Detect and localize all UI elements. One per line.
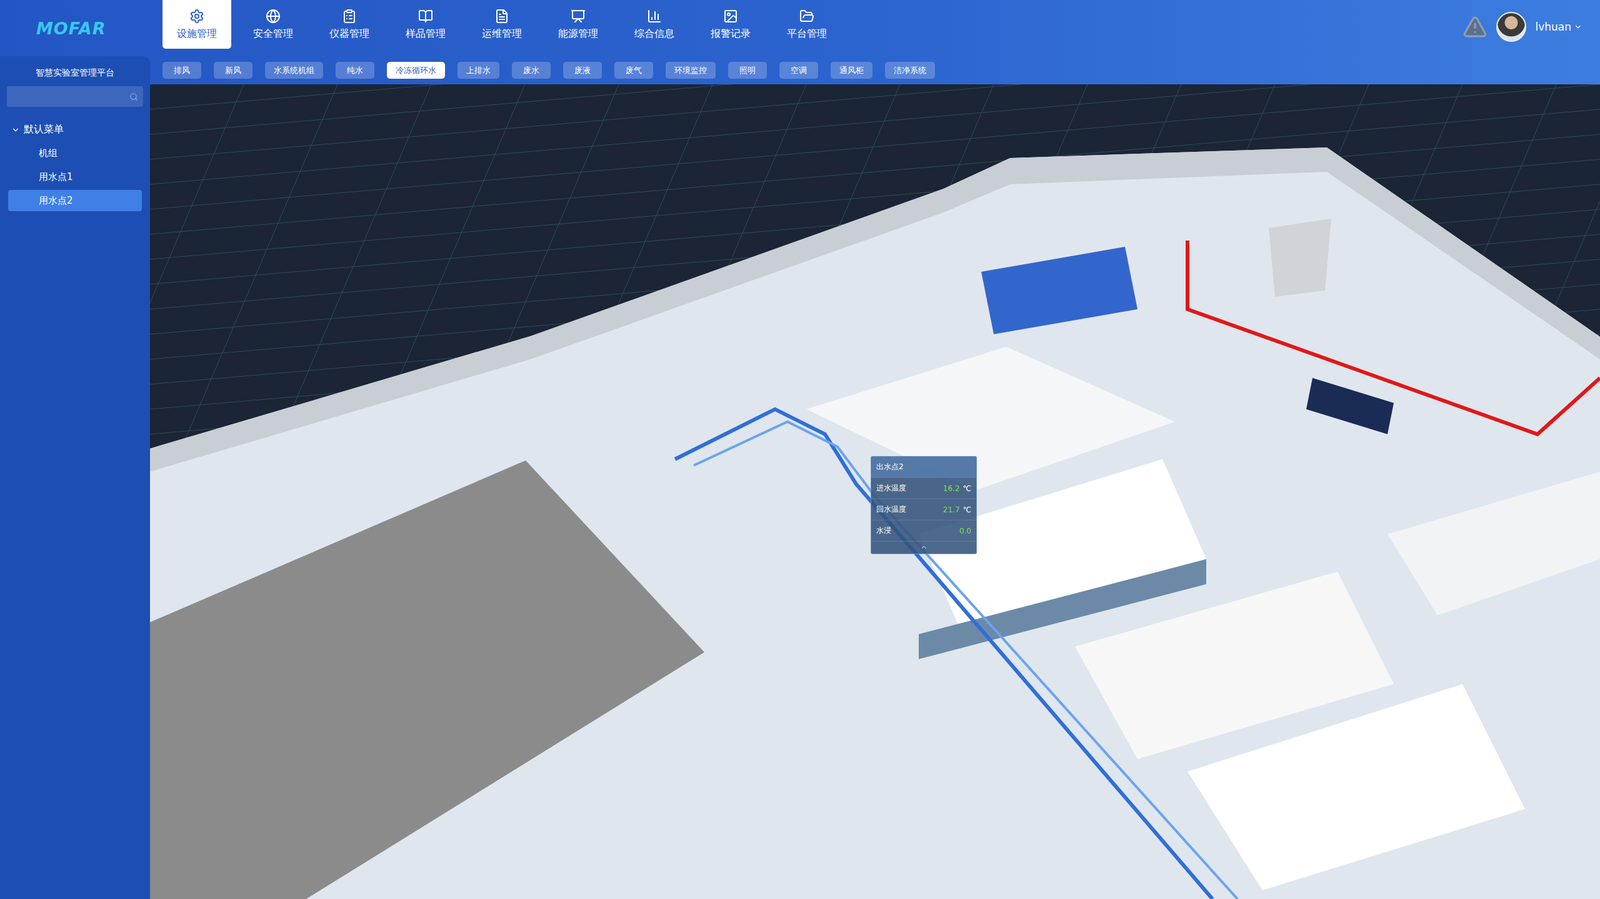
sub-tabs: 排风新风水系统机组纯水冷冻循环水上排水废水废液废气环境监控照明空调通风柜洁净系统 bbox=[150, 56, 1600, 85]
nav-label: 平台管理 bbox=[786, 27, 827, 41]
tooltip-unit: ℃ bbox=[963, 484, 972, 494]
search-icon bbox=[129, 92, 139, 102]
nav-icon bbox=[646, 8, 662, 24]
expand-icon bbox=[11, 125, 20, 135]
nav-item[interactable]: 平台管理 bbox=[772, 0, 842, 49]
nav-label: 报警记录 bbox=[710, 27, 751, 41]
nav-label: 安全管理 bbox=[253, 27, 294, 41]
nav-item[interactable]: 设施管理 bbox=[162, 0, 232, 49]
tooltip-value: 0.0 bbox=[959, 526, 972, 536]
nav-icon bbox=[341, 8, 357, 24]
scene-3d[interactable]: 出水点2 进水温度 16.2℃ 回水温度 21.7℃ 水浸 0.0 bbox=[150, 84, 1600, 899]
sub-tab[interactable]: 水系统机组 bbox=[265, 61, 324, 79]
tree-group-label: 默认菜单 bbox=[23, 123, 64, 137]
user-area: lvhuan bbox=[1462, 0, 1600, 54]
sidebar-title: 智慧实验室管理平台 bbox=[0, 65, 150, 87]
tooltip-row: 进水温度 16.2℃ bbox=[871, 477, 977, 499]
nav-label: 设施管理 bbox=[176, 27, 217, 41]
sub-tab[interactable]: 废液 bbox=[563, 61, 602, 79]
tooltip-label: 水浸 bbox=[876, 525, 892, 537]
sub-tab[interactable]: 纯水 bbox=[335, 61, 375, 79]
tree-item[interactable]: 用水点2 bbox=[8, 190, 142, 212]
tooltip-row: 水浸 0.0 bbox=[871, 520, 977, 542]
header: MOFAR 设施管理 安全管理 仪器管理 样品管理 运维管理 能源管理 综合信息 报警记录 平台管… bbox=[0, 0, 1600, 57]
tooltip-label: 回水温度 bbox=[876, 504, 907, 515]
chevron-up-icon bbox=[920, 543, 928, 552]
main: 排风新风水系统机组纯水冷冻循环水上排水废水废液废气环境监控照明空调通风柜洁净系统… bbox=[150, 56, 1600, 899]
info-tooltip: 出水点2 进水温度 16.2℃ 回水温度 21.7℃ 水浸 0.0 bbox=[870, 456, 977, 555]
nav-icon bbox=[799, 8, 815, 24]
tree-group[interactable]: 默认菜单 bbox=[0, 106, 150, 142]
sub-tab[interactable]: 废气 bbox=[614, 61, 654, 79]
tree-item[interactable]: 机组 bbox=[8, 142, 142, 164]
nav-label: 运维管理 bbox=[481, 27, 522, 41]
nav-item[interactable]: 样品管理 bbox=[391, 0, 460, 49]
nav-item[interactable]: 能源管理 bbox=[543, 0, 613, 49]
sub-tab[interactable]: 排风 bbox=[162, 61, 202, 79]
sub-tab[interactable]: 废水 bbox=[511, 61, 551, 79]
nav-item[interactable]: 综合信息 bbox=[620, 0, 689, 49]
sidebar: 智慧实验室管理平台默认菜单机组用水点1用水点2 bbox=[0, 56, 150, 899]
tooltip-row: 回水温度 21.7℃ bbox=[871, 498, 977, 520]
alarm-icon[interactable] bbox=[1462, 14, 1488, 40]
nav-item[interactable]: 运维管理 bbox=[467, 0, 537, 49]
user-menu[interactable]: lvhuan bbox=[1535, 20, 1583, 34]
nav-icon bbox=[418, 8, 434, 24]
tooltip-label: 进水温度 bbox=[876, 483, 907, 494]
tooltip-toggle[interactable] bbox=[871, 541, 977, 554]
nav-icon bbox=[189, 8, 205, 24]
nav-label: 样品管理 bbox=[405, 27, 446, 41]
nav-item[interactable]: 安全管理 bbox=[238, 0, 308, 49]
nav-icon bbox=[570, 8, 586, 24]
nav-item[interactable]: 仪器管理 bbox=[315, 0, 384, 49]
body: 智慧实验室管理平台默认菜单机组用水点1用水点2排风新风水系统机组纯水冷冻循环水上… bbox=[0, 56, 1600, 899]
nav-label: 综合信息 bbox=[634, 27, 675, 41]
tooltip-unit: ℃ bbox=[963, 505, 972, 515]
app: MOFAR 设施管理 安全管理 仪器管理 样品管理 运维管理 能源管理 综合信息 报警记录 平台管… bbox=[0, 0, 1600, 899]
sub-tab[interactable]: 冷冻循环水 bbox=[386, 61, 445, 79]
nav-icon bbox=[265, 8, 281, 24]
nav-item[interactable]: 报警记录 bbox=[696, 0, 765, 49]
sub-tab[interactable]: 通风柜 bbox=[830, 61, 873, 79]
nav-label: 能源管理 bbox=[558, 27, 599, 41]
sub-tab[interactable]: 新风 bbox=[213, 61, 253, 79]
search-field[interactable] bbox=[6, 86, 144, 107]
tooltip-title: 出水点2 bbox=[871, 456, 977, 478]
nav-label: 仪器管理 bbox=[329, 27, 370, 41]
sub-tab[interactable]: 空调 bbox=[779, 61, 819, 79]
sub-tab[interactable]: 洁净系统 bbox=[885, 61, 935, 79]
nav-icon bbox=[723, 8, 739, 24]
sub-tab[interactable]: 上排水 bbox=[457, 61, 500, 79]
logo-text: MOFAR bbox=[36, 18, 106, 39]
sub-tab[interactable]: 环境监控 bbox=[665, 61, 716, 79]
logo: MOFAR bbox=[0, 0, 150, 57]
tooltip-value: 21.7℃ bbox=[943, 505, 972, 515]
tree-item[interactable]: 用水点1 bbox=[8, 166, 142, 188]
nav-icon bbox=[494, 8, 510, 24]
chevron-down-icon bbox=[1573, 22, 1583, 32]
main-nav: 设施管理 安全管理 仪器管理 样品管理 运维管理 能源管理 综合信息 报警记录 平台管理 bbox=[150, 0, 1463, 49]
sub-tab[interactable]: 照明 bbox=[728, 61, 767, 79]
avatar[interactable] bbox=[1496, 11, 1527, 42]
tooltip-value: 16.2℃ bbox=[943, 484, 972, 494]
